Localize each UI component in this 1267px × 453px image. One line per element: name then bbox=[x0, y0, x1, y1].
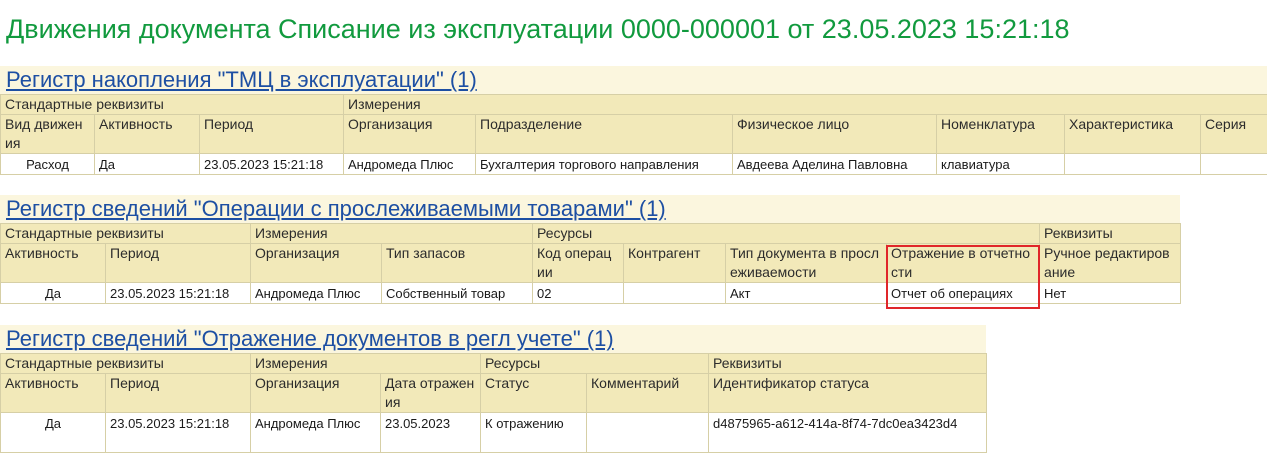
col-comment[interactable]: Комментарий bbox=[587, 374, 709, 413]
group-header-row: Стандартные реквизиты Измерения Ресурсы … bbox=[1, 224, 1181, 244]
cell-status[interactable]: К отражению bbox=[481, 413, 587, 453]
register-traceable-table: Стандартные реквизиты Измерения Ресурсы … bbox=[0, 223, 1181, 304]
column-header-row: Активность Период Организация Дата отраж… bbox=[1, 374, 987, 413]
col-reporting[interactable]: Отражение в отчетности bbox=[887, 244, 1040, 283]
register-traceable-link[interactable]: Регистр сведений "Операции с прослеживае… bbox=[0, 195, 1180, 223]
col-manual-edit[interactable]: Ручное редактирование bbox=[1040, 244, 1181, 283]
col-department[interactable]: Подразделение bbox=[476, 115, 733, 154]
col-organization[interactable]: Организация bbox=[251, 374, 381, 413]
column-header-row: Вид движения Активность Период Организац… bbox=[1, 115, 1267, 154]
group-dimensions: Измерения bbox=[344, 95, 1267, 115]
group-resources: Ресурсы bbox=[533, 224, 1040, 244]
cell-organization[interactable]: Андромеда Плюс bbox=[251, 283, 382, 304]
group-resources: Ресурсы bbox=[481, 354, 709, 374]
cell-status-id[interactable]: d4875965-a612-414a-8f74-7dc0ea3423d4 bbox=[709, 413, 987, 453]
col-stock-type[interactable]: Тип запасов bbox=[382, 244, 533, 283]
cell-department[interactable]: Бухгалтерия торгового направления bbox=[476, 154, 733, 175]
table-row[interactable]: Да 23.05.2023 15:21:18 Андромеда Плюс Со… bbox=[1, 283, 1181, 304]
col-document-type[interactable]: Тип документа в прослеживаемости bbox=[726, 244, 887, 283]
cell-stock-type[interactable]: Собственный товар bbox=[382, 283, 533, 304]
cell-organization[interactable]: Андромеда Плюс bbox=[344, 154, 476, 175]
group-standard: Стандартные реквизиты bbox=[1, 95, 344, 115]
register-regl-link[interactable]: Регистр сведений "Отражение документов в… bbox=[0, 325, 986, 353]
group-requisites: Реквизиты bbox=[1040, 224, 1181, 244]
cell-reporting[interactable]: Отчет об операциях bbox=[887, 283, 1040, 304]
col-activity[interactable]: Активность bbox=[1, 244, 106, 283]
col-reflection-date[interactable]: Дата отражения bbox=[381, 374, 481, 413]
cell-operation-code[interactable]: 02 bbox=[533, 283, 624, 304]
col-period[interactable]: Период bbox=[106, 244, 251, 283]
cell-activity[interactable]: Да bbox=[95, 154, 200, 175]
col-characteristic[interactable]: Характеристика bbox=[1065, 115, 1201, 154]
cell-comment[interactable] bbox=[587, 413, 709, 453]
cell-person[interactable]: Авдеева Аделина Павловна bbox=[733, 154, 937, 175]
cell-organization[interactable]: Андромеда Плюс bbox=[251, 413, 381, 453]
group-header-row: Стандартные реквизиты Измерения Ресурсы … bbox=[1, 354, 987, 374]
group-requisites: Реквизиты bbox=[709, 354, 987, 374]
cell-movement-type[interactable]: Расход bbox=[1, 154, 95, 175]
col-counterparty[interactable]: Контрагент bbox=[624, 244, 726, 283]
group-dimensions: Измерения bbox=[251, 224, 533, 244]
cell-activity[interactable]: Да bbox=[1, 283, 106, 304]
cell-activity[interactable]: Да bbox=[1, 413, 106, 453]
group-header-row: Стандартные реквизиты Измерения bbox=[1, 95, 1267, 115]
group-standard: Стандартные реквизиты bbox=[1, 224, 251, 244]
col-activity[interactable]: Активность bbox=[95, 115, 200, 154]
register-tmc-table: Стандартные реквизиты Измерения Вид движ… bbox=[0, 94, 1267, 175]
col-status[interactable]: Статус bbox=[481, 374, 587, 413]
register-regl-table: Стандартные реквизиты Измерения Ресурсы … bbox=[0, 353, 987, 453]
col-operation-code[interactable]: Код операции bbox=[533, 244, 624, 283]
col-period[interactable]: Период bbox=[200, 115, 344, 154]
cell-period[interactable]: 23.05.2023 15:21:18 bbox=[200, 154, 344, 175]
column-header-row: Активность Период Организация Тип запасо… bbox=[1, 244, 1181, 283]
page-title: Движения документа Списание из эксплуата… bbox=[6, 14, 1070, 45]
group-standard: Стандартные реквизиты bbox=[1, 354, 251, 374]
cell-document-type[interactable]: Акт bbox=[726, 283, 887, 304]
cell-counterparty[interactable] bbox=[624, 283, 726, 304]
col-series[interactable]: Серия bbox=[1201, 115, 1267, 154]
register-regl-section: Регистр сведений "Отражение документов в… bbox=[0, 325, 986, 453]
table-row[interactable]: Да 23.05.2023 15:21:18 Андромеда Плюс 23… bbox=[1, 413, 987, 453]
col-organization[interactable]: Организация bbox=[251, 244, 382, 283]
col-nomenclature[interactable]: Номенклатура bbox=[937, 115, 1065, 154]
cell-period[interactable]: 23.05.2023 15:21:18 bbox=[106, 283, 251, 304]
col-period[interactable]: Период bbox=[106, 374, 251, 413]
group-dimensions: Измерения bbox=[251, 354, 481, 374]
cell-manual-edit[interactable]: Нет bbox=[1040, 283, 1181, 304]
register-tmc-link[interactable]: Регистр накопления "ТМЦ в эксплуатации" … bbox=[0, 66, 1267, 94]
register-traceable-section: Регистр сведений "Операции с прослеживае… bbox=[0, 195, 1180, 304]
register-tmc-section: Регистр накопления "ТМЦ в эксплуатации" … bbox=[0, 66, 1267, 175]
cell-characteristic[interactable] bbox=[1065, 154, 1201, 175]
cell-reflection-date[interactable]: 23.05.2023 bbox=[381, 413, 481, 453]
cell-period[interactable]: 23.05.2023 15:21:18 bbox=[106, 413, 251, 453]
col-movement-type[interactable]: Вид движения bbox=[1, 115, 95, 154]
table-row[interactable]: Расход Да 23.05.2023 15:21:18 Андромеда … bbox=[1, 154, 1267, 175]
cell-nomenclature[interactable]: клавиатура bbox=[937, 154, 1065, 175]
col-organization[interactable]: Организация bbox=[344, 115, 476, 154]
col-person[interactable]: Физическое лицо bbox=[733, 115, 937, 154]
col-status-id[interactable]: Идентификатор статуса bbox=[709, 374, 987, 413]
col-activity[interactable]: Активность bbox=[1, 374, 106, 413]
cell-series[interactable] bbox=[1201, 154, 1267, 175]
